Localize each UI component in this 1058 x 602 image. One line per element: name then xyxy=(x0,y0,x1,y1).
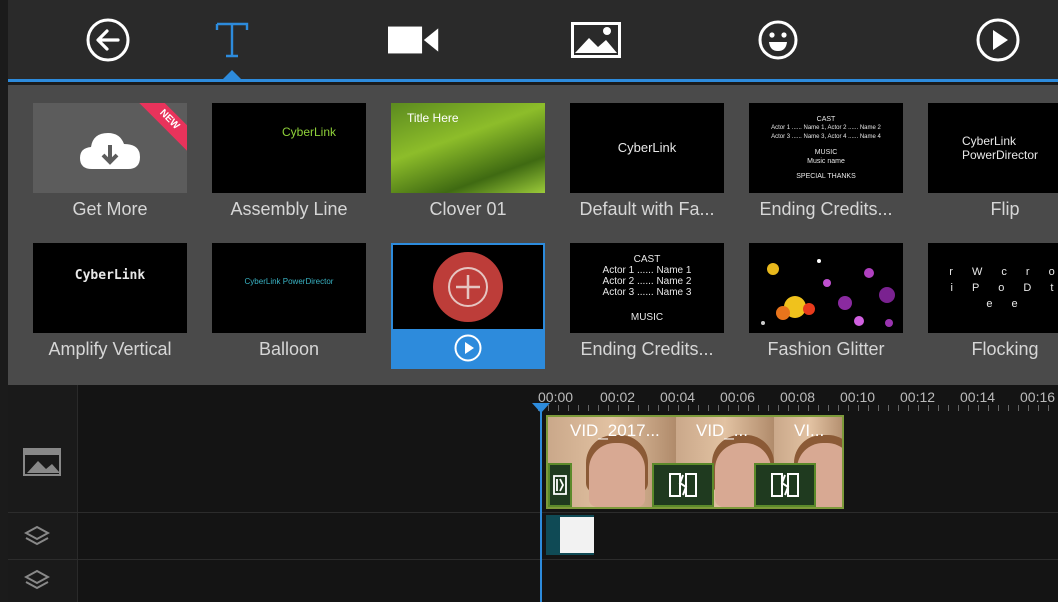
template-thumbnail: CyberLink PowerDirector xyxy=(928,103,1058,193)
glitter-artwork xyxy=(761,259,895,327)
tab-video[interactable] xyxy=(388,14,440,66)
template-thumbnail xyxy=(393,245,543,329)
tab-photo[interactable] xyxy=(570,14,622,66)
smiley-icon xyxy=(758,20,798,60)
time-ruler[interactable]: 00:00 00:02 00:04 00:06 00:08 00:10 00:1… xyxy=(538,385,1058,411)
template-label: Ending Credits... xyxy=(580,339,714,359)
template-label: Flip xyxy=(990,199,1020,219)
transition-marker[interactable] xyxy=(754,463,816,507)
template-thumbnail: Title Here xyxy=(391,103,545,193)
template-thumbnail: CyberLink PowerDirector xyxy=(212,243,366,333)
back-button[interactable] xyxy=(82,14,134,66)
template-thumbnail: CyberLink xyxy=(212,103,366,193)
playhead-handle[interactable] xyxy=(532,403,550,413)
template-thumbnail: CyberLink xyxy=(570,103,724,193)
template-clover-01[interactable]: Title Here Clover 01 xyxy=(391,103,545,225)
transition-icon xyxy=(553,475,567,495)
play-icon xyxy=(976,18,1020,62)
playhead[interactable] xyxy=(540,405,542,602)
image-icon xyxy=(571,22,621,58)
video-track-clips: VID_2017... VID_... VI... xyxy=(546,415,844,509)
template-thumbnail: CAST Actor 1 ...... Name 1, Actor 2 ....… xyxy=(749,103,903,193)
template-default-with-fade[interactable]: CyberLink Default with Fa... xyxy=(570,103,724,225)
template-label: Get More xyxy=(72,199,148,219)
top-toolbar xyxy=(8,0,1058,82)
preview-template-button[interactable] xyxy=(393,329,543,367)
template-ending-credits-2[interactable]: CAST Actor 1 ...... Name 1 Actor 2 .....… xyxy=(570,243,724,365)
add-template-button[interactable] xyxy=(433,252,503,322)
template-label: Balloon xyxy=(258,339,320,359)
new-badge: NEW xyxy=(134,103,187,155)
template-thumbnail: r W c r o i P o D t e e xyxy=(928,243,1058,333)
overlay-clip[interactable] xyxy=(546,515,594,555)
template-label: Ending Credits... xyxy=(759,199,893,219)
timeline-panel: 00:00 00:02 00:04 00:06 00:08 00:10 00:1… xyxy=(8,385,1058,602)
video-camera-icon xyxy=(388,26,439,54)
template-label: Fashion Glitter xyxy=(767,339,885,359)
track-header-column xyxy=(8,385,78,602)
transition-marker[interactable] xyxy=(652,463,714,507)
title-T-icon xyxy=(215,22,249,58)
template-ending-credits-1[interactable]: CAST Actor 1 ...... Name 1, Actor 2 ....… xyxy=(749,103,903,225)
template-fashion-glitter[interactable]: Fashion Glitter xyxy=(749,243,903,365)
template-label: Assembly Line xyxy=(230,199,348,219)
template-flocking[interactable]: r W c r o i P o D t e e Flocking xyxy=(928,243,1058,365)
template-thumbnail: CAST Actor 1 ...... Name 1 Actor 2 .....… xyxy=(570,243,724,333)
template-thumbnail: CyberLink xyxy=(33,243,187,333)
template-label: Flocking xyxy=(971,339,1039,359)
transition-icon xyxy=(771,473,799,497)
video-track-icon[interactable] xyxy=(22,445,66,482)
template-label: Default with Fa... xyxy=(579,199,715,219)
cloud-download-icon xyxy=(80,133,140,169)
tab-title[interactable] xyxy=(206,14,258,66)
template-selected[interactable] xyxy=(391,243,545,369)
play-preview-button[interactable] xyxy=(972,14,1024,66)
transition-icon xyxy=(669,473,697,497)
template-label: Clover 01 xyxy=(429,199,507,219)
active-tab-indicator xyxy=(223,70,241,79)
template-flip[interactable]: CyberLink PowerDirector Flip xyxy=(928,103,1058,225)
toolbar-divider xyxy=(8,79,1058,82)
template-label: Amplify Vertical xyxy=(48,339,172,359)
title-template-gallery: NEW Get More CyberLink Assembly Line Tit… xyxy=(8,85,1058,385)
layers-icon[interactable] xyxy=(23,525,51,552)
template-thumbnail xyxy=(749,243,903,333)
track-divider xyxy=(8,559,1058,560)
track-divider xyxy=(8,512,1058,513)
transition-marker[interactable] xyxy=(548,463,572,507)
template-assembly-line[interactable]: CyberLink Assembly Line xyxy=(212,103,366,225)
template-get-more[interactable]: NEW Get More xyxy=(33,103,187,225)
play-icon xyxy=(454,334,482,362)
plus-icon xyxy=(448,267,488,307)
layers-icon[interactable] xyxy=(23,569,51,596)
back-arrow-icon xyxy=(86,18,130,62)
template-amplify-vertical[interactable]: CyberLink Amplify Vertical xyxy=(33,243,187,365)
template-balloon[interactable]: CyberLink PowerDirector Balloon xyxy=(212,243,366,365)
tab-sticker[interactable] xyxy=(752,14,804,66)
template-thumbnail: NEW xyxy=(33,103,187,193)
